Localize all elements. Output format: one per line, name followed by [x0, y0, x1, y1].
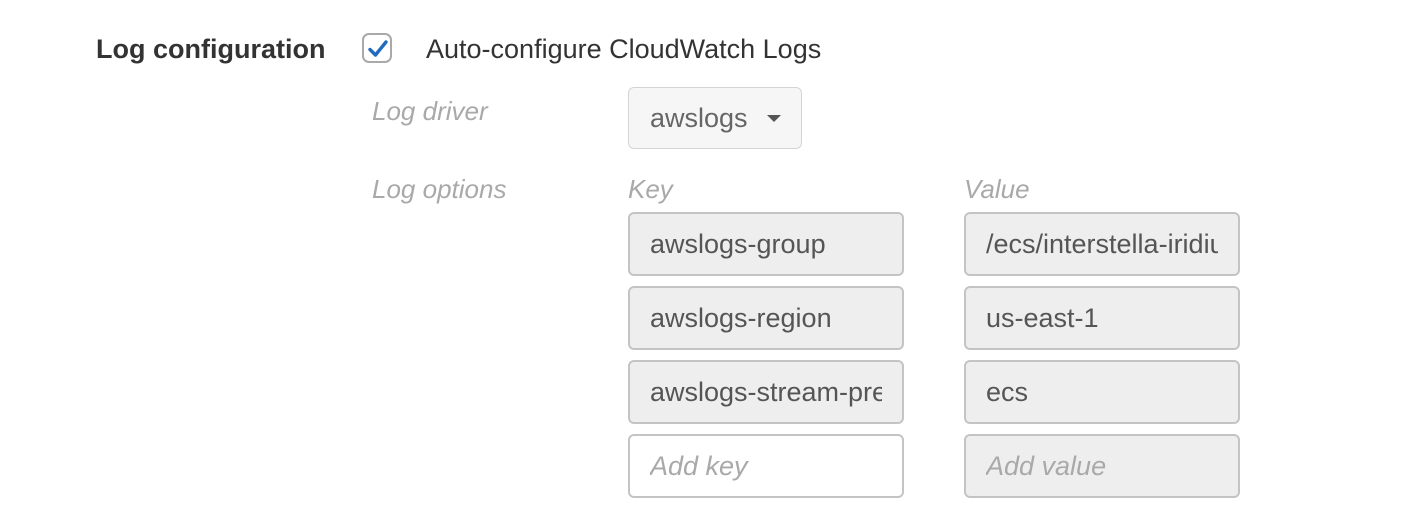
- log-driver-select[interactable]: awslogs: [628, 87, 802, 149]
- log-option-key-field[interactable]: [628, 212, 904, 276]
- value-column-header: Value: [964, 174, 1030, 204]
- log-driver-label: Log driver: [372, 96, 488, 126]
- log-option-value-field[interactable]: [964, 286, 1240, 350]
- add-value-input[interactable]: [964, 434, 1240, 498]
- log-option-value-field[interactable]: [964, 212, 1240, 276]
- checkmark-icon: [368, 40, 388, 57]
- add-key-input[interactable]: [628, 434, 904, 498]
- log-option-key-field[interactable]: [628, 286, 904, 350]
- key-column-header: Key: [628, 174, 673, 204]
- chevron-down-icon: [767, 115, 781, 122]
- log-option-value-field[interactable]: [964, 360, 1240, 424]
- section-title: Log configuration: [96, 34, 326, 64]
- auto-configure-label[interactable]: Auto-configure CloudWatch Logs: [426, 34, 821, 65]
- log-options-label: Log options: [372, 174, 507, 204]
- auto-configure-checkbox[interactable]: [362, 33, 392, 63]
- log-option-key-field[interactable]: [628, 360, 904, 424]
- log-driver-selected-value: awslogs: [650, 103, 748, 133]
